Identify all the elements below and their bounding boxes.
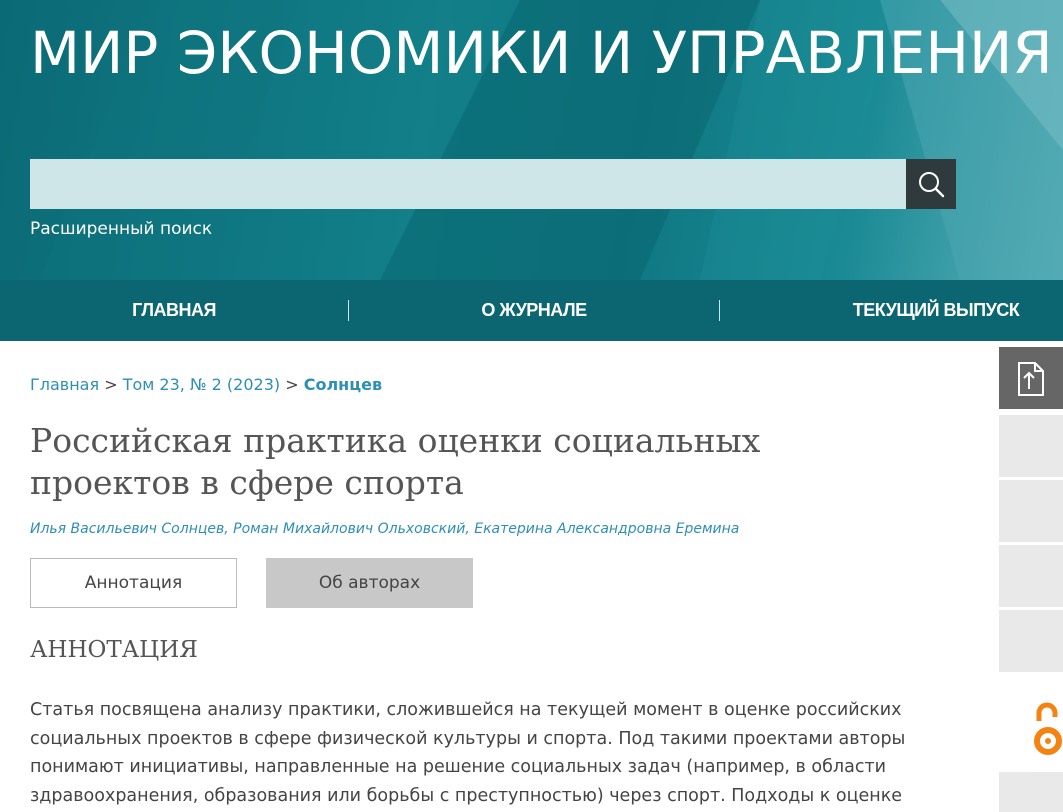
site-title[interactable]: МИР ЭКОНОМИКИ И УПРАВЛЕНИЯ: [30, 21, 1053, 86]
open-access-badge[interactable]: [999, 687, 1063, 767]
author-link[interactable]: Екатерина Александровна Еремина: [474, 521, 739, 537]
nav-item-current-issue[interactable]: ТЕКУЩИЙ ВЫПУСК: [720, 280, 1063, 341]
breadcrumb-separator: >: [280, 375, 304, 394]
search-icon: [919, 172, 945, 198]
abstract-heading: АННОТАЦИЯ: [30, 637, 198, 663]
side-toolbar-button[interactable]: [999, 610, 1063, 672]
search-button[interactable]: [906, 159, 956, 209]
breadcrumb-issue-link[interactable]: Том 23, № 2 (2023): [123, 375, 280, 394]
author-separator: ,: [465, 521, 475, 537]
nav-item-home[interactable]: ГЛАВНАЯ: [0, 280, 348, 341]
nav-item-about[interactable]: О ЖУРНАЛЕ: [349, 280, 719, 341]
author-list: Илья Васильевич Солнцев, Роман Михайлови…: [30, 521, 739, 537]
site-header: МИР ЭКОНОМИКИ И УПРАВЛЕНИЯ Расширенный п…: [0, 0, 1063, 280]
abstract-line: социальных проектов в сфере физической к…: [30, 728, 906, 749]
tab-about-authors[interactable]: Об авторах: [266, 558, 473, 608]
abstract-line: Статья посвящена анализу практики, сложи…: [30, 700, 902, 720]
breadcrumb-current: Солнцев: [303, 375, 383, 394]
share-button[interactable]: [999, 347, 1063, 409]
breadcrumb-home-link[interactable]: Главная: [30, 375, 99, 394]
side-toolbar-button[interactable]: [999, 415, 1063, 477]
side-toolbar-button[interactable]: [999, 480, 1063, 542]
tab-abstract[interactable]: Аннотация: [30, 558, 237, 608]
advanced-search-link[interactable]: Расширенный поиск: [30, 219, 212, 239]
abstract-text: Статья посвящена анализу практики, сложи…: [30, 696, 910, 810]
search-input[interactable]: [30, 159, 906, 209]
abstract-line: понимают инициативы, направленные на реш…: [30, 757, 887, 777]
open-access-icon: [1034, 702, 1062, 755]
author-link[interactable]: Илья Васильевич Солнцев: [30, 521, 224, 537]
breadcrumb-separator: >: [99, 375, 123, 394]
share-icon: [1018, 362, 1044, 396]
author-link[interactable]: Роман Михайлович Ольховский: [233, 521, 465, 537]
article-title: Российская практика оценки социальных пр…: [30, 421, 761, 502]
breadcrumb: Главная > Том 23, № 2 (2023) > Солнцев: [30, 375, 382, 394]
search-bar: [30, 159, 956, 209]
abstract-line: здравоохранения, образования или борьбы …: [30, 785, 903, 806]
author-separator: ,: [224, 521, 234, 537]
side-toolbar-button[interactable]: [999, 545, 1063, 607]
side-toolbar-button[interactable]: [999, 772, 1063, 812]
main-nav: ГЛАВНАЯ О ЖУРНАЛЕ ТЕКУЩИЙ ВЫПУСК: [0, 280, 1063, 341]
